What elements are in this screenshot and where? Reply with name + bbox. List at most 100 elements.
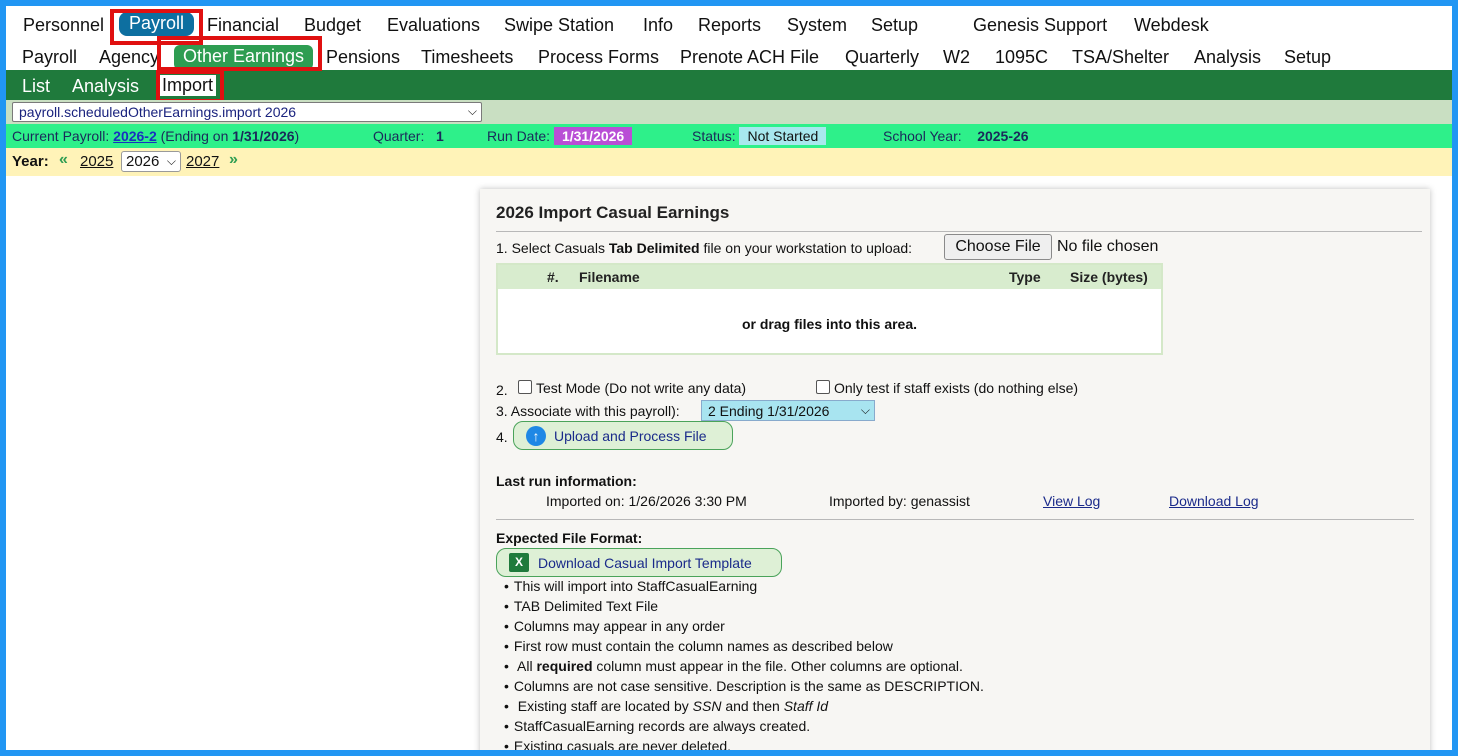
prev-year-link[interactable]: 2025	[80, 153, 113, 170]
top-nav-financial[interactable]: Financial	[207, 15, 279, 36]
only-test-checkbox[interactable]	[816, 380, 830, 394]
sub-nav-analysis[interactable]: Analysis	[1194, 47, 1261, 68]
list-item: StaffCasualEarning records are always cr…	[504, 718, 984, 738]
view-log-link[interactable]: View Log	[1043, 493, 1100, 509]
imported-by: Imported by: genassist	[829, 493, 970, 509]
top-nav-genesis-support[interactable]: Genesis Support	[973, 15, 1107, 36]
sub-nav-pensions[interactable]: Pensions	[326, 47, 400, 68]
top-nav-system[interactable]: System	[787, 15, 847, 36]
step1-suffix: file on your workstation to upload:	[703, 240, 913, 256]
file-table-header: #. Filename Type Size (bytes)	[498, 265, 1161, 289]
top-nav-setup[interactable]: Setup	[871, 15, 918, 36]
program-select[interactable]: payroll.scheduledOtherEarnings.import 20…	[12, 102, 482, 122]
year-bar: Year: « 2025 2026 ⌵ 2027 »	[6, 148, 1452, 176]
upload-button-label: Upload and Process File	[554, 428, 707, 444]
current-payroll-link[interactable]: 2026-2	[113, 128, 157, 144]
top-nav-reports[interactable]: Reports	[698, 15, 761, 36]
list-item: All required column must appear in the f…	[504, 658, 984, 678]
top-nav: Personnel Payroll Financial Budget Evalu…	[6, 6, 1452, 41]
third-nav-list[interactable]: List	[22, 76, 50, 97]
list-item: This will import into StaffCasualEarning	[504, 578, 984, 598]
sub-nav-quarterly[interactable]: Quarterly	[845, 47, 919, 68]
file-drop-area[interactable]: #. Filename Type Size (bytes) or drag fi…	[496, 263, 1163, 355]
top-nav-webdesk[interactable]: Webdesk	[1134, 15, 1209, 36]
third-nav-analysis[interactable]: Analysis	[72, 76, 139, 97]
sub-nav: Payroll Agency Other Earnings Pensions T…	[6, 41, 1452, 70]
chevron-down-icon: ⌵	[166, 154, 176, 168]
school-year-label: School Year:	[883, 128, 962, 144]
top-nav-swipe-station[interactable]: Swipe Station	[504, 15, 614, 36]
list-item: TAB Delimited Text File	[504, 598, 984, 618]
col-size: Size (bytes)	[1070, 269, 1148, 285]
section-divider	[496, 519, 1414, 520]
format-rules-list: This will import into StaffCasualEarning…	[504, 578, 984, 750]
list-item: First row must contain the column names …	[504, 638, 984, 658]
sub-nav-timesheets[interactable]: Timesheets	[421, 47, 513, 68]
import-panel: 2026 Import Casual Earnings 1. Select Ca…	[480, 189, 1430, 750]
third-nav-import[interactable]: Import	[159, 75, 217, 96]
program-select-value: payroll.scheduledOtherEarnings.import 20…	[19, 104, 297, 120]
top-nav-payroll[interactable]: Payroll	[119, 12, 195, 36]
school-year-value: 2025-26	[977, 128, 1029, 144]
sub-nav-prenote-ach-file[interactable]: Prenote ACH File	[680, 47, 819, 68]
step1-bold: Tab Delimited	[608, 240, 700, 256]
download-log-link[interactable]: Download Log	[1169, 493, 1259, 509]
status-label: Status:	[692, 128, 736, 144]
sub-nav-payroll[interactable]: Payroll	[22, 47, 77, 68]
ending-date: 1/31/2026	[232, 128, 295, 144]
year-select[interactable]: 2026 ⌵	[121, 151, 181, 172]
sub-nav-agency[interactable]: Agency	[99, 47, 159, 68]
staff-id: Staff Id	[783, 698, 829, 714]
year-label: Year:	[12, 153, 49, 170]
top-nav-personnel[interactable]: Personnel	[23, 15, 104, 36]
staff-ssn: SSN	[692, 698, 722, 714]
payroll-info-bar: Current Payroll: 2026-2 (Ending on 1/31/…	[6, 124, 1452, 148]
test-mode-option: Test Mode (Do not write any data)	[518, 380, 746, 396]
sub-nav-process-forms[interactable]: Process Forms	[538, 47, 659, 68]
app-frame: Personnel Payroll Financial Budget Evalu…	[6, 6, 1452, 750]
sub-nav-setup[interactable]: Setup	[1284, 47, 1331, 68]
next-year-icon[interactable]: »	[229, 151, 238, 169]
sub-nav-1095c[interactable]: 1095C	[995, 47, 1048, 68]
choose-file-button[interactable]: Choose File	[944, 234, 1052, 260]
download-template-label: Download Casual Import Template	[538, 555, 752, 571]
list-item: Columns are not case sensitive. Descript…	[504, 678, 984, 698]
chevron-down-icon: ⌵	[860, 403, 870, 417]
expected-format-label: Expected File Format:	[496, 530, 643, 546]
no-file-text: No file chosen	[1057, 238, 1159, 255]
sub-nav-other-earnings[interactable]: Other Earnings	[174, 45, 314, 70]
only-test-option: Only test if staff exists (do nothing el…	[816, 380, 1078, 396]
run-date-label: Run Date:	[487, 128, 551, 144]
sub-nav-w2[interactable]: W2	[943, 47, 970, 68]
year-select-value: 2026	[126, 153, 160, 170]
test-mode-checkbox[interactable]	[518, 380, 532, 394]
chevron-down-icon: ⌵	[467, 104, 477, 118]
download-template-button[interactable]: X Download Casual Import Template	[496, 548, 782, 577]
third-nav: List Analysis Import	[6, 70, 1452, 100]
top-nav-budget[interactable]: Budget	[304, 15, 361, 36]
top-nav-info[interactable]: Info	[643, 15, 673, 36]
program-bar: payroll.scheduledOtherEarnings.import 20…	[6, 100, 1452, 124]
status-badge: Not Started	[739, 127, 827, 145]
excel-icon: X	[509, 553, 529, 572]
payroll-select[interactable]: 2 Ending 1/31/2026 ⌵	[701, 400, 875, 421]
step1-prefix: 1. Select Casuals	[496, 240, 605, 256]
required-post: column must appear in the file. Other co…	[596, 658, 963, 674]
ending-suffix: )	[294, 128, 300, 144]
required-pre: All	[517, 658, 533, 674]
sub-nav-tsa-shelter[interactable]: TSA/Shelter	[1072, 47, 1169, 68]
col-number: #.	[547, 269, 559, 285]
upload-arrow-icon: ↑	[526, 426, 546, 446]
prev-year-icon[interactable]: «	[59, 151, 68, 169]
next-year-link[interactable]: 2027	[186, 153, 219, 170]
step2-number: 2.	[496, 382, 508, 398]
payroll-select-value: 2 Ending 1/31/2026	[708, 403, 830, 419]
col-filename: Filename	[579, 269, 640, 285]
staff-mid: and then	[725, 698, 780, 714]
upload-process-button[interactable]: ↑ Upload and Process File	[513, 421, 733, 450]
step3-label: 3. Associate with this payroll):	[496, 403, 680, 419]
quarter-label: Quarter:	[373, 128, 425, 144]
top-nav-evaluations[interactable]: Evaluations	[387, 15, 480, 36]
list-item: Columns may appear in any order	[504, 618, 984, 638]
current-payroll-label: Current Payroll:	[12, 128, 110, 144]
